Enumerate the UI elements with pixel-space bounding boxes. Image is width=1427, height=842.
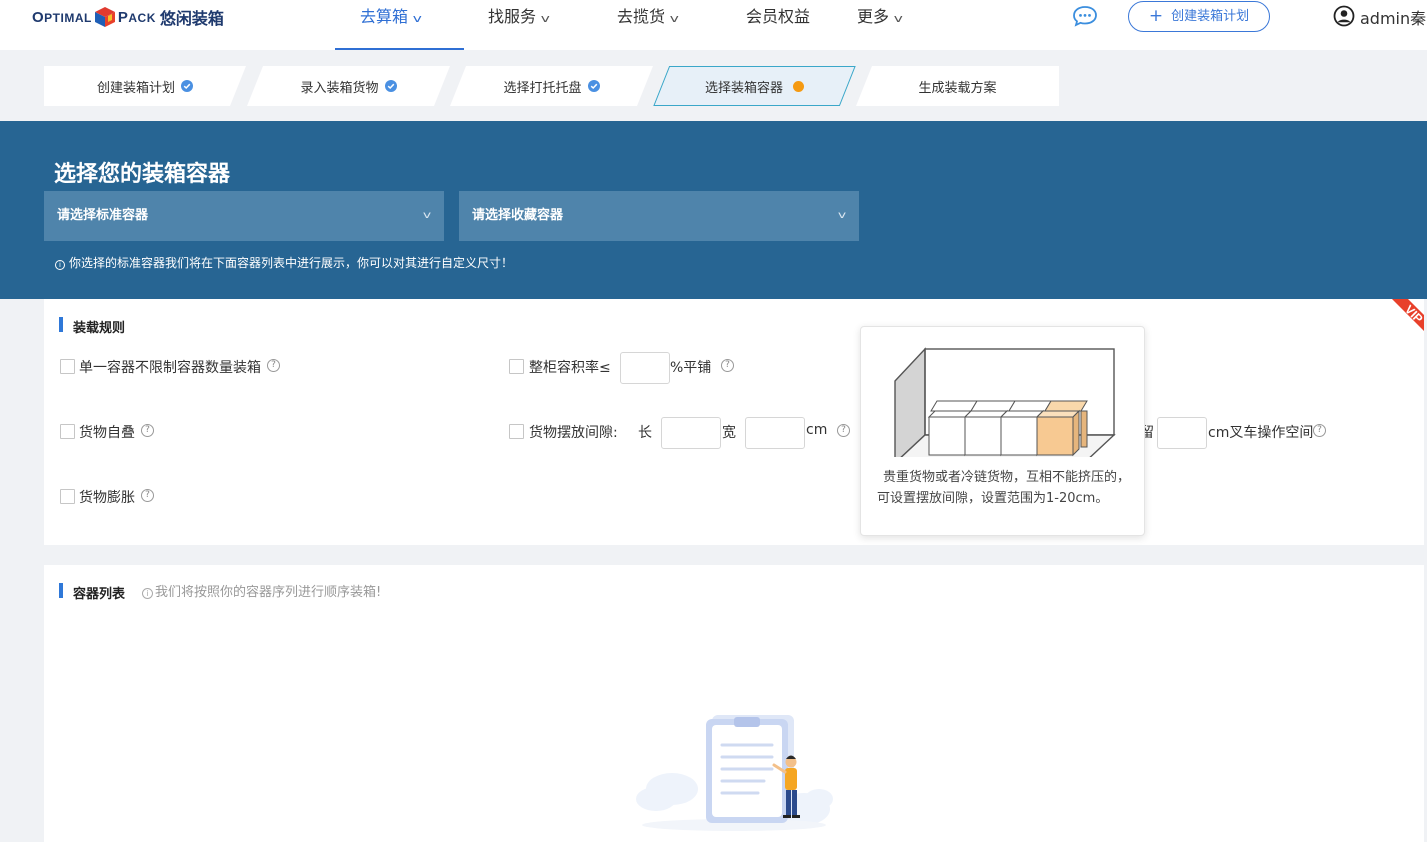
info-icon: i (55, 260, 65, 270)
nav-active-underline (335, 48, 464, 50)
nav-item-label: 去算箱 (360, 7, 409, 26)
page-title: 选择您的装箱容器 (54, 162, 231, 187)
nav-item-label: 会员权益 (746, 7, 811, 26)
help-icon[interactable]: ? (141, 489, 154, 502)
cargo-gap-tooltip: 贵重货物或者冷链货物，互相不能挤压的，可设置摆放间隙，设置范围为1-20cm。 (860, 326, 1145, 536)
fill-rate-checkbox[interactable] (509, 359, 524, 374)
banner-tip-text: 你选择的标准容器我们将在下面容器列表中进行展示，你可以对其进行自定义尺寸！ (69, 256, 514, 270)
fill-rate-label: 整柜容积率≤ (529, 360, 611, 376)
info-icon: i (142, 588, 153, 599)
chevron-down-icon: v (422, 210, 432, 221)
loading-rules-panel: 装载规则 VIP 单一容器不限制容器数量装箱 ? 整柜容积率≤ %平铺 ? 货物… (44, 299, 1424, 545)
step-enter-cargo[interactable]: 录入装箱货物 (247, 66, 450, 106)
cargo-swell-label: 货物膨胀 (79, 490, 135, 506)
nav-item-calculate[interactable]: 去算箱 v (360, 0, 422, 50)
single-container-checkbox[interactable] (60, 359, 75, 374)
loading-rules-title: 装载规则 (59, 317, 125, 336)
vip-badge: VIP (1376, 299, 1424, 347)
top-nav-bar: OPTIMAL PACK 悠闲装箱 去算箱 v 找服务 v 去揽货 v 会员权益 更多… (0, 0, 1427, 50)
help-icon[interactable]: ? (721, 359, 734, 372)
chevron-down-icon: v (412, 12, 422, 25)
logo-text-pack: PACK (117, 8, 156, 26)
gap-width-label: 宽 (722, 425, 736, 441)
chevron-down-icon: v (893, 12, 903, 25)
logo-text-cn: 悠闲装箱 (159, 9, 224, 28)
check-circle-icon (384, 80, 397, 92)
gap-unit: cm (806, 422, 828, 438)
select-placeholder: 请选择收藏容器 (472, 208, 564, 223)
nav-item-services[interactable]: 找服务 v (488, 0, 550, 50)
logo-cube-icon (94, 6, 116, 28)
container-list-title: 容器列表 (59, 583, 125, 602)
help-icon[interactable]: ? (267, 359, 280, 372)
step-label: 选择打托托盘 (503, 80, 582, 96)
chat-bubble-icon[interactable] (1072, 5, 1098, 27)
help-icon[interactable]: ? (837, 424, 850, 437)
banner-tip: i 你选择的标准容器我们将在下面容器列表中进行展示，你可以对其进行自定义尺寸！ (55, 254, 513, 271)
nav-item-label: 找服务 (488, 7, 537, 26)
nav-item-freight[interactable]: 去揽货 v (617, 0, 679, 50)
favorite-container-select[interactable]: 请选择收藏容器 v (459, 191, 859, 241)
logo[interactable]: OPTIMAL PACK 悠闲装箱 (32, 4, 224, 30)
step-label: 选择装箱容器 (704, 80, 783, 96)
chevron-down-icon: v (540, 12, 550, 25)
fill-rate-input[interactable] (620, 352, 670, 384)
step-label: 创建装箱计划 (96, 80, 175, 96)
user-avatar-icon[interactable] (1333, 5, 1355, 27)
step-select-container[interactable]: 选择装箱容器 (653, 66, 856, 106)
gap-length-input[interactable] (661, 417, 721, 449)
standard-container-select[interactable]: 请选择标准容器 v (44, 191, 444, 241)
forklift-space-input[interactable] (1157, 417, 1207, 449)
nav-item-label: 去揽货 (617, 7, 666, 26)
select-placeholder: 请选择标准容器 (57, 208, 149, 223)
forklift-space-unit: cm叉车操作空间 (1208, 425, 1314, 441)
cargo-swell-checkbox[interactable] (60, 489, 75, 504)
nav-item-label: 更多 (857, 7, 890, 26)
create-plan-button[interactable]: + 创建装箱计划 (1128, 1, 1270, 32)
step-label: 生成装载方案 (918, 80, 997, 96)
container-selection-banner: 选择您的装箱容器 请选择标准容器 v 请选择收藏容器 v i 你选择的标准容器我们… (0, 121, 1427, 299)
create-plan-label: 创建装箱计划 (1171, 9, 1250, 24)
cargo-gap-label: 货物摆放间隙: (529, 425, 618, 441)
help-icon[interactable]: ? (141, 424, 154, 437)
empty-state-illustration (636, 715, 833, 831)
check-circle-icon (181, 80, 193, 92)
nav-item-more[interactable]: 更多 v (857, 0, 903, 50)
container-boxes-illustration (894, 347, 1116, 457)
current-step-dot-icon (793, 80, 804, 92)
step-label: 录入装箱货物 (300, 80, 379, 96)
step-generate-plan[interactable]: 生成装载方案 (856, 66, 1059, 106)
help-icon[interactable]: ? (1313, 424, 1326, 437)
username[interactable]: admin秦 (1360, 5, 1426, 29)
plus-icon: + (1148, 6, 1164, 26)
self-stack-checkbox[interactable] (60, 424, 75, 439)
gap-length-label: 长 (638, 425, 652, 441)
container-list-tip-text: 我们将按照你的容器序列进行顺序装箱! (155, 585, 382, 600)
fill-rate-unit: %平铺 (670, 360, 712, 376)
container-list-panel: 容器列表 i 我们将按照你的容器序列进行顺序装箱! (44, 565, 1424, 842)
logo-text-optimal: OPTIMAL (32, 8, 92, 26)
tooltip-text: 贵重货物或者冷链货物，互相不能挤压的，可设置摆放间隙，设置范围为1-20cm。 (877, 470, 1131, 506)
chevron-down-icon: v (669, 12, 679, 25)
cargo-gap-checkbox[interactable] (509, 424, 524, 439)
self-stack-label: 货物自叠 (79, 425, 135, 441)
chevron-down-icon: v (837, 210, 847, 221)
step-create-plan[interactable]: 创建装箱计划 (44, 66, 246, 106)
single-container-label: 单一容器不限制容器数量装箱 (79, 360, 261, 376)
check-circle-icon (587, 80, 600, 92)
step-select-pallet[interactable]: 选择打托托盘 (450, 66, 653, 106)
gap-width-input[interactable] (745, 417, 805, 449)
container-list-tip: i 我们将按照你的容器序列进行顺序装箱! (142, 581, 381, 600)
nav-item-membership[interactable]: 会员权益 (746, 0, 810, 50)
